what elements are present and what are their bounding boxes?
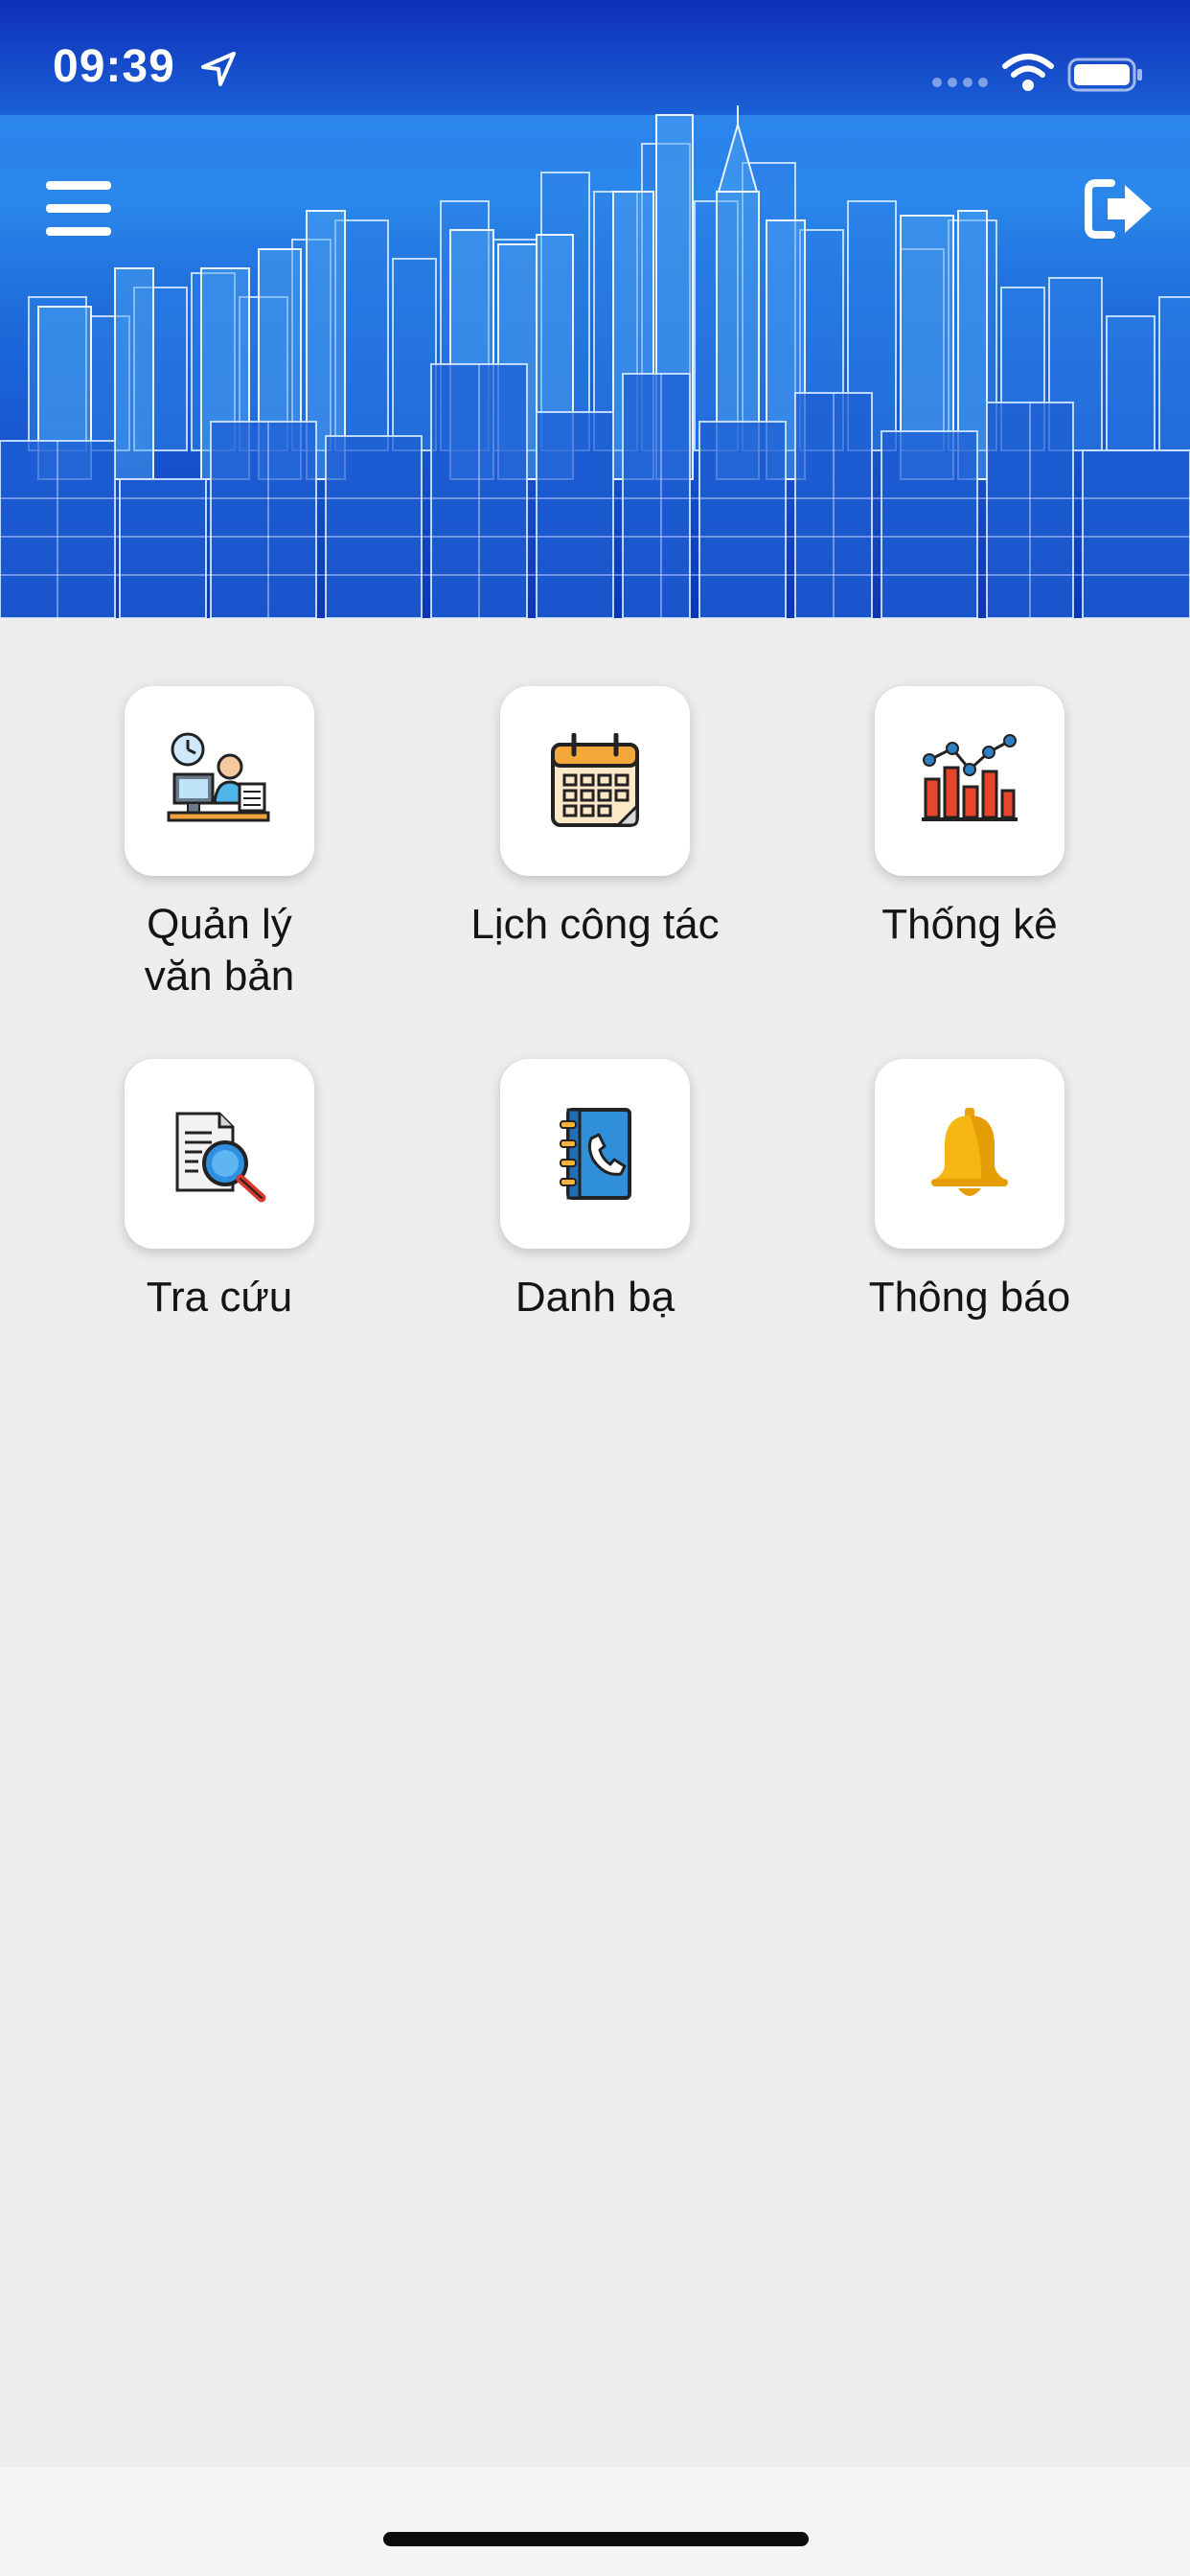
tile-icon-box[interactable] bbox=[500, 1059, 690, 1249]
tile-icon-box[interactable] bbox=[875, 686, 1064, 876]
logout-icon[interactable] bbox=[1083, 177, 1156, 241]
wifi-icon bbox=[1002, 54, 1054, 91]
tile-icon-box[interactable] bbox=[125, 686, 314, 876]
tile-label: Lịch công tác bbox=[470, 901, 720, 948]
tile-label: Thông báo bbox=[868, 1274, 1071, 1321]
phonebook-icon bbox=[560, 1108, 631, 1200]
tile-thong-ke[interactable]: Thống kê bbox=[807, 686, 1133, 951]
tile-lich-cong-tac[interactable]: Lịch công tác bbox=[432, 686, 758, 951]
document-management-icon bbox=[167, 732, 270, 822]
tile-danh-ba[interactable]: Danh bạ bbox=[432, 1059, 758, 1323]
bell-icon bbox=[931, 1108, 1008, 1196]
location-arrow-icon bbox=[201, 52, 236, 86]
battery-icon bbox=[1067, 58, 1142, 92]
search-document-icon bbox=[175, 1112, 266, 1203]
tile-quan-ly-van-ban[interactable]: Quản lý văn bản bbox=[57, 686, 382, 1002]
tile-icon-box[interactable] bbox=[500, 686, 690, 876]
statistics-chart-icon bbox=[922, 734, 1018, 821]
status-time: 09:39 bbox=[53, 41, 175, 92]
header-banner: 09:39 bbox=[0, 0, 1190, 618]
tile-label: Thống kê bbox=[881, 901, 1058, 948]
bottom-bar bbox=[0, 2468, 1190, 2576]
home-indicator[interactable] bbox=[383, 2532, 809, 2546]
signal-dots-icon bbox=[932, 78, 988, 87]
tile-icon-box[interactable] bbox=[125, 1059, 314, 1249]
tile-label: Danh bạ bbox=[515, 1274, 675, 1321]
tile-label: Quản lý văn bản bbox=[144, 901, 295, 1000]
tile-label: Tra cứu bbox=[146, 1274, 293, 1321]
tile-icon-box[interactable] bbox=[875, 1059, 1064, 1249]
calendar-icon bbox=[551, 733, 639, 827]
tile-tra-cuu[interactable]: Tra cứu bbox=[57, 1059, 382, 1323]
tile-thong-bao[interactable]: Thông báo bbox=[807, 1059, 1133, 1323]
hamburger-menu-icon[interactable] bbox=[42, 177, 119, 239]
